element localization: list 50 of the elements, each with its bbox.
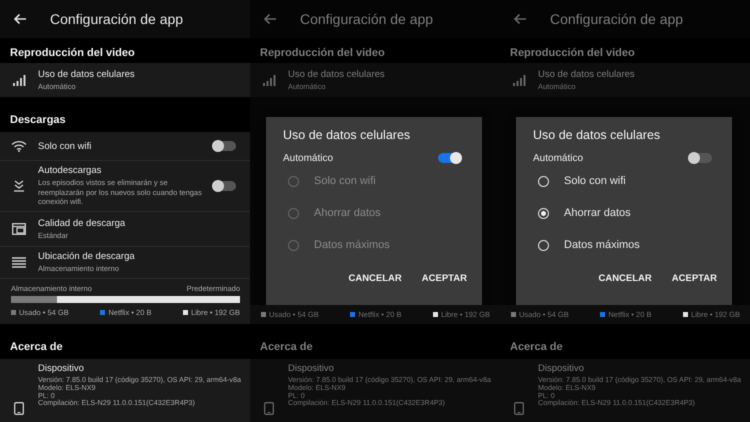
dialog-title: Uso de datos celulares — [533, 128, 662, 142]
setting-title: Uso de datos celulares — [38, 68, 136, 80]
section-heading: Acerca de — [10, 341, 63, 353]
back-arrow-icon[interactable] — [13, 13, 27, 25]
section-heading: Reproducción del video — [510, 47, 635, 59]
toggle-switch[interactable] — [212, 141, 236, 151]
setting-title: Solo con wifi — [38, 140, 92, 152]
section-heading: Acerca de — [260, 341, 313, 353]
list-icon — [12, 257, 26, 268]
settings-row[interactable]: Solo con wifi — [0, 132, 250, 161]
section-heading: Reproducción del video — [260, 47, 385, 59]
section-heading: Reproducción del video — [10, 47, 135, 59]
screen-title: Configuración de app — [300, 11, 434, 27]
screen-title: Configuración de app — [50, 11, 184, 27]
automatic-label: Automático — [283, 152, 334, 164]
screen-title: Configuración de app — [550, 11, 684, 27]
wifi-icon — [11, 140, 27, 152]
setting-title: Calidad de descarga — [38, 218, 126, 229]
dialog-button[interactable]: ACEPTAR — [672, 273, 717, 284]
automatic-label: Automático — [533, 152, 584, 164]
setting-title: Uso de datos celulares — [288, 68, 386, 80]
signal-bars-icon — [512, 74, 526, 86]
dialog-button[interactable]: CANCELAR — [348, 273, 402, 284]
device-title: Dispositivo — [288, 363, 335, 374]
device-title: Dispositivo — [38, 363, 85, 374]
setting-title: Ubicación de descarga — [38, 251, 136, 262]
dialog-button[interactable]: CANCELAR — [598, 273, 652, 284]
toggle-switch[interactable] — [688, 153, 712, 163]
option-label: Datos máximos — [564, 239, 640, 251]
phone-icon — [514, 402, 524, 415]
option-label: Ahorrar datos — [564, 207, 631, 219]
toggle-switch[interactable] — [438, 153, 462, 163]
phone-icon — [264, 402, 274, 415]
section-heading: Descargas — [10, 114, 66, 126]
toggle-switch[interactable] — [212, 181, 236, 191]
option-label: Solo con wifi — [314, 175, 376, 187]
window-icon — [12, 223, 26, 235]
download-chevrons-icon — [13, 180, 25, 192]
setting-title: Autodescargas — [38, 165, 102, 176]
phone-icon — [14, 402, 24, 415]
device-title: Dispositivo — [538, 363, 585, 374]
option-label: Ahorrar datos — [314, 207, 381, 219]
setting-title: Uso de datos celulares — [538, 68, 636, 80]
option-label: Solo con wifi — [564, 175, 626, 187]
signal-bars-icon — [12, 74, 26, 86]
section-heading: Acerca de — [510, 341, 563, 353]
signal-bars-icon — [262, 74, 276, 86]
dialog-button[interactable]: ACEPTAR — [422, 273, 467, 284]
option-label: Datos máximos — [314, 239, 390, 251]
dialog-title: Uso de datos celulares — [283, 128, 412, 142]
